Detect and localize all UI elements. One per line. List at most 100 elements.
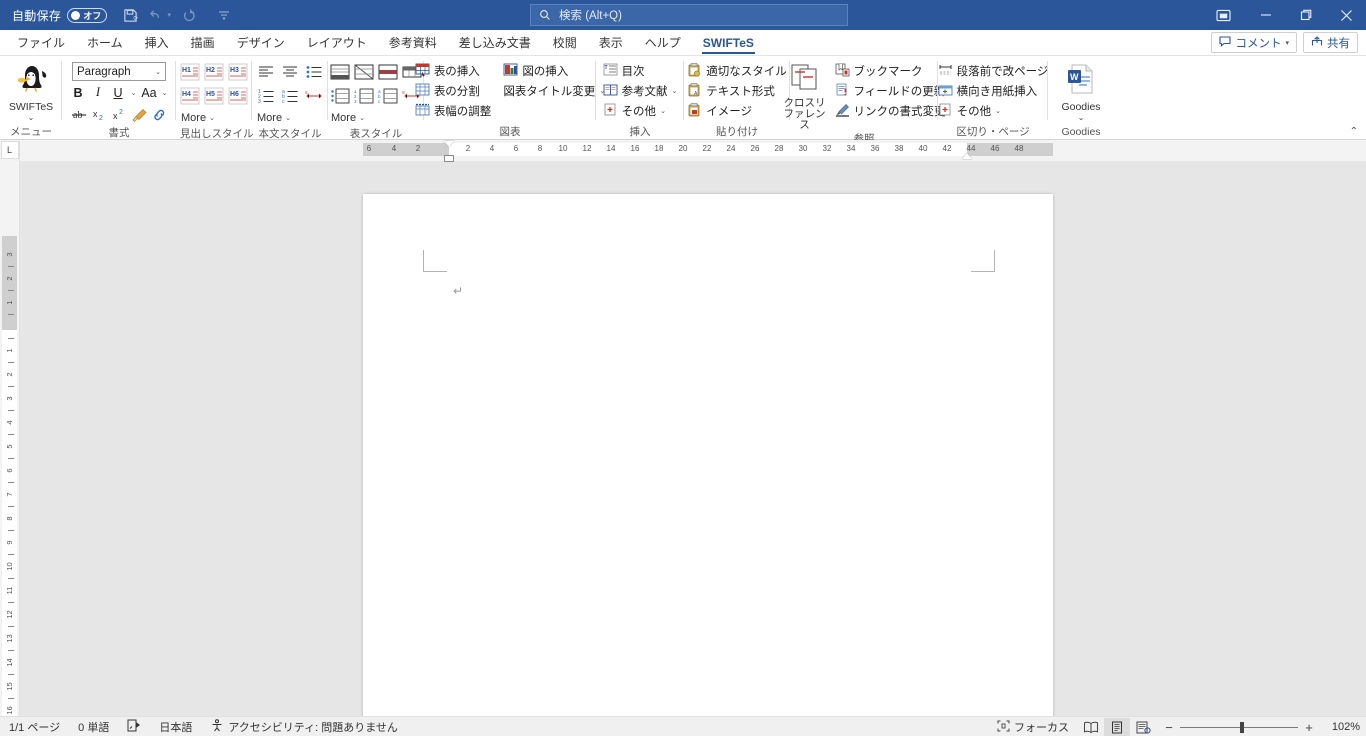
tab-review[interactable]: 校閲 xyxy=(542,30,588,55)
tab-draw[interactable]: 描画 xyxy=(180,30,226,55)
tab-file[interactable]: ファイル xyxy=(6,30,76,55)
heading-styles-more-button[interactable]: More ⌄ xyxy=(179,109,249,126)
table-style-1-button[interactable] xyxy=(329,61,351,83)
paste-image-button[interactable]: イメージ xyxy=(684,101,790,121)
right-indent-marker[interactable] xyxy=(962,153,972,159)
table-style-2-button[interactable] xyxy=(353,61,375,83)
bullet-list-button[interactable] xyxy=(303,61,325,83)
redo-icon[interactable] xyxy=(177,3,203,27)
document-page[interactable]: ↵ xyxy=(363,194,1053,716)
bold-button[interactable]: B xyxy=(69,83,88,103)
tab-design[interactable]: デザイン xyxy=(226,30,296,55)
italic-button[interactable]: I xyxy=(89,83,108,103)
undo-icon[interactable]: ▾ xyxy=(147,3,173,27)
autosave-toggle[interactable]: オフ xyxy=(67,7,108,23)
zoom-out-button[interactable]: − xyxy=(1164,720,1174,735)
adjust-table-width-button[interactable]: 表幅の調整 xyxy=(412,101,495,121)
chevron-down-icon[interactable]: ⌄ xyxy=(672,87,678,95)
focus-button[interactable]: フォーカス xyxy=(988,717,1078,736)
heading-5-button[interactable]: H5 xyxy=(203,85,225,107)
word-count[interactable]: 0 単語 xyxy=(69,717,118,736)
collapse-ribbon-button[interactable]: ⌃ xyxy=(1350,126,1358,137)
split-table-button[interactable]: 表の分割 xyxy=(412,81,495,101)
zoom-slider[interactable] xyxy=(1180,721,1298,733)
table-cell-1-button[interactable] xyxy=(329,85,351,107)
accessibility-status[interactable]: アクセシビリティ: 問題ありません xyxy=(201,717,407,736)
zoom-in-button[interactable]: + xyxy=(1304,720,1314,735)
print-layout-button[interactable] xyxy=(1104,718,1130,736)
chevron-down-icon[interactable]: ⌄ xyxy=(285,114,291,122)
update-field-button[interactable]: フィールドの更新 xyxy=(832,81,949,101)
format-painter-icon[interactable] xyxy=(130,105,149,125)
comment-button[interactable]: コメント ▾ xyxy=(1211,32,1297,53)
tab-mailings[interactable]: 差し込み文書 xyxy=(448,30,542,55)
chevron-down-icon[interactable]: ⌄ xyxy=(1078,114,1085,122)
subscript-button[interactable]: x2 xyxy=(90,105,109,125)
close-icon[interactable] xyxy=(1326,0,1366,30)
chevron-down-icon[interactable]: ⌄ xyxy=(209,114,215,122)
insert-table-button[interactable]: 表の挿入 xyxy=(412,61,495,81)
underline-button[interactable]: U xyxy=(109,83,128,103)
heading-4-button[interactable]: H4 xyxy=(179,85,201,107)
tab-references[interactable]: 参考資料 xyxy=(378,30,448,55)
table-cell-3-button[interactable]: abc xyxy=(377,85,399,107)
swiftes-menu-button[interactable]: SWIFTeS ⌄ xyxy=(0,59,62,122)
share-button[interactable]: 共有 xyxy=(1303,32,1358,53)
zoom-slider-thumb[interactable] xyxy=(1240,721,1244,733)
heading-3-button[interactable]: H3 xyxy=(227,61,249,83)
zoom-control[interactable]: − + 102% xyxy=(1164,720,1360,735)
underline-chevron-icon[interactable]: ⌄ xyxy=(129,83,139,103)
paste-style-button[interactable]: 適切なスタイル xyxy=(684,61,790,81)
chevron-down-icon[interactable]: ⌄ xyxy=(28,114,35,122)
link-format-button[interactable]: リンクの書式変更 xyxy=(832,101,949,121)
other-insert-button[interactable]: その他 ⌄ xyxy=(600,101,681,121)
align-center-button[interactable] xyxy=(279,61,301,83)
table-style-3-button[interactable] xyxy=(377,61,399,83)
toc-button[interactable]: T 目次 xyxy=(600,61,681,81)
table-cell-2-button[interactable]: 123 xyxy=(353,85,375,107)
tab-swiftes[interactable]: SWIFTeS xyxy=(692,30,765,55)
chevron-down-icon[interactable]: ⌄ xyxy=(660,107,666,115)
customize-quick-access-icon[interactable] xyxy=(211,3,237,27)
change-caption-button[interactable]: 図表タイトル変更 ⌄ xyxy=(500,81,608,101)
indent-button[interactable]: ≡ xyxy=(303,85,325,107)
tab-home[interactable]: ホーム xyxy=(76,30,134,55)
other-break-button[interactable]: その他 ⌄ xyxy=(935,101,1052,121)
heading-1-button[interactable]: H1 xyxy=(179,61,201,83)
save-icon[interactable]: ⟳ xyxy=(117,3,143,27)
link-icon[interactable] xyxy=(150,105,169,125)
superscript-button[interactable]: x2 xyxy=(110,105,129,125)
chevron-down-icon[interactable]: ⌄ xyxy=(359,114,365,122)
horizontal-ruler[interactable]: 6 4 2 2 4 6 8 10 12 14 16 18 20 22 24 26… xyxy=(20,140,1366,162)
left-indent-marker[interactable] xyxy=(444,155,454,162)
chevron-down-icon[interactable]: ▾ xyxy=(1285,39,1289,47)
restore-icon[interactable] xyxy=(1286,0,1326,30)
numbered-list-button[interactable]: 123 xyxy=(255,85,277,107)
proofing-status[interactable] xyxy=(118,717,150,736)
search-input[interactable]: 検索 (Alt+Q) xyxy=(530,4,848,26)
insert-figure-button[interactable]: 図の挿入 xyxy=(500,61,608,81)
read-mode-button[interactable] xyxy=(1078,718,1104,736)
page-indicator[interactable]: 1/1 ページ xyxy=(0,717,69,736)
goodies-button[interactable]: W Goodies ⌄ xyxy=(1050,59,1112,122)
align-left-button[interactable] xyxy=(255,61,277,83)
tab-help[interactable]: ヘルプ xyxy=(634,30,692,55)
tab-layout[interactable]: レイアウト xyxy=(296,30,378,55)
table-styles-more-button[interactable]: More ⌄ xyxy=(329,109,423,126)
chevron-down-icon[interactable]: ⌄ xyxy=(995,107,1001,115)
web-layout-button[interactable] xyxy=(1130,718,1156,736)
paste-text-button[interactable]: A テキスト形式 xyxy=(684,81,790,101)
change-case-button[interactable]: Aa xyxy=(140,83,159,103)
document-scroll-area[interactable]: ↵ xyxy=(20,162,1366,716)
tab-insert[interactable]: 挿入 xyxy=(134,30,180,55)
bibliography-button[interactable]: 参考文献 ⌄ xyxy=(600,81,681,101)
minimize-icon[interactable] xyxy=(1246,0,1286,30)
ribbon-display-options-icon[interactable] xyxy=(1206,0,1240,30)
chevron-down-icon[interactable]: ⌄ xyxy=(155,68,161,76)
page-break-before-button[interactable]: 段落前で改ページ xyxy=(935,61,1052,81)
tab-stop-selector[interactable]: L xyxy=(0,141,19,159)
vertical-ruler[interactable]: L 3 2 1 1 2 3 4 5 6 7 8 9 10 11 12 13 14… xyxy=(0,140,20,716)
heading-2-button[interactable]: H2 xyxy=(203,61,225,83)
first-line-indent-marker[interactable] xyxy=(444,141,454,147)
strikethrough-icon[interactable]: ab xyxy=(70,105,89,125)
